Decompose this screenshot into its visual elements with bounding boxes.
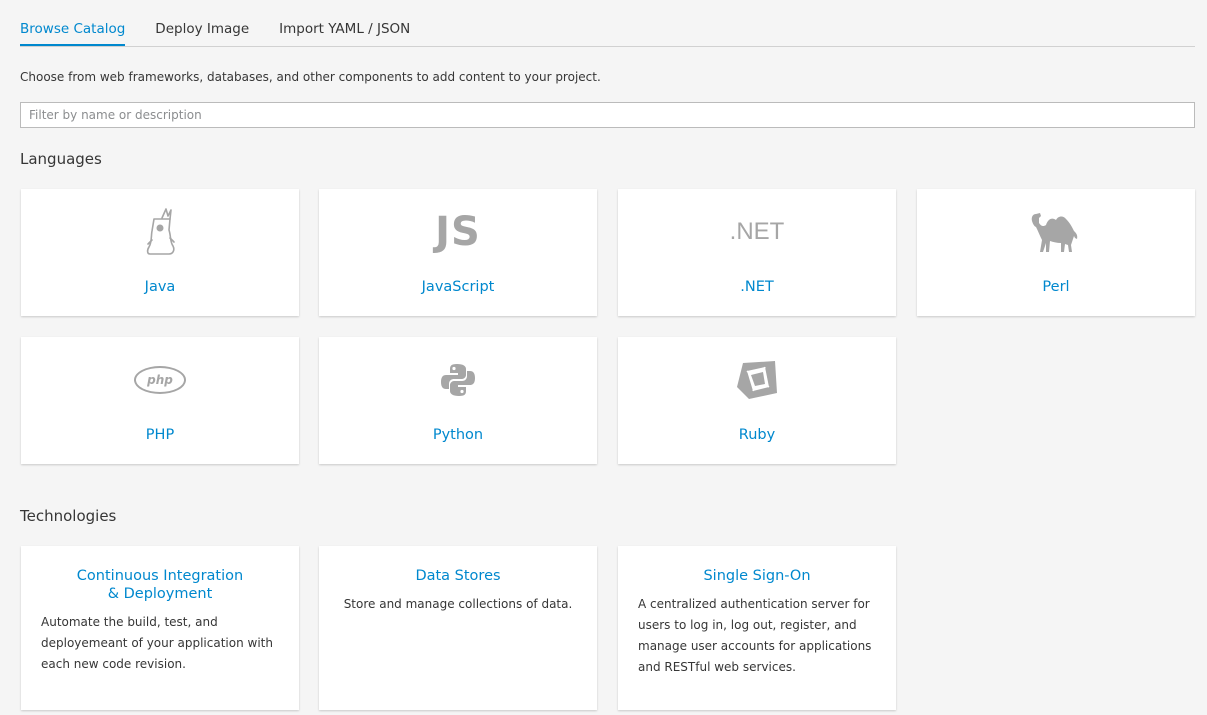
tab-deploy-image[interactable]: Deploy Image (155, 10, 249, 37)
language-label-java: Java (144, 279, 176, 295)
technology-description-data-stores: Store and manage collections of data. (343, 597, 573, 611)
language-label-python: Python (432, 427, 484, 443)
language-card-ruby[interactable]: Ruby (618, 337, 896, 464)
tab-import-yaml-json[interactable]: Import YAML / JSON (279, 10, 410, 37)
ruby-icon (618, 355, 896, 405)
technology-description-ci-cd: Automate the build, test, and deployemea… (41, 615, 273, 671)
perl-camel-icon (917, 207, 1195, 257)
language-card-perl[interactable]: Perl (917, 189, 1195, 316)
java-duke-icon (21, 207, 299, 257)
language-label-ruby: Ruby (738, 427, 776, 443)
language-label-perl: Perl (1042, 279, 1070, 295)
language-label-javascript: JavaScript (421, 279, 495, 295)
language-label-dotnet: .NET (740, 279, 774, 295)
catalog-page: Browse Catalog Deploy Image Import YAML … (0, 0, 1207, 715)
language-card-javascript[interactable]: JS JavaScript (319, 189, 597, 316)
language-card-dotnet[interactable]: .NET .NET (618, 189, 896, 316)
technology-card-sso[interactable]: Single Sign-On A centralized authenticat… (618, 546, 896, 710)
js-icon: JS (435, 209, 481, 255)
technology-title-data-stores: Data Stores (415, 568, 501, 584)
language-label-php: PHP (145, 427, 175, 443)
python-icon (319, 355, 597, 405)
languages-heading: Languages (20, 150, 102, 168)
intro-text: Choose from web frameworks, databases, a… (20, 70, 601, 84)
technology-title-sso: Single Sign-On (703, 568, 811, 584)
technology-title-ci-cd: Continuous Integration & Deployment (76, 568, 244, 602)
tab-browse-catalog[interactable]: Browse Catalog (20, 10, 126, 46)
catalog-tabs: Browse Catalog Deploy Image Import YAML … (20, 10, 1195, 47)
php-icon: php (21, 355, 299, 405)
technologies-heading: Technologies (20, 507, 117, 525)
language-card-php[interactable]: php PHP (21, 337, 299, 464)
technology-card-data-stores[interactable]: Data Stores Store and manage collections… (319, 546, 597, 710)
language-card-python[interactable]: Python (319, 337, 597, 464)
filter-input[interactable] (20, 102, 1195, 128)
technology-description-sso: A centralized authentication server for … (638, 597, 872, 674)
dotnet-icon: .NET (729, 218, 785, 245)
technology-card-ci-cd[interactable]: Continuous Integration & Deployment Auto… (21, 546, 299, 710)
language-card-java[interactable]: Java (21, 189, 299, 316)
